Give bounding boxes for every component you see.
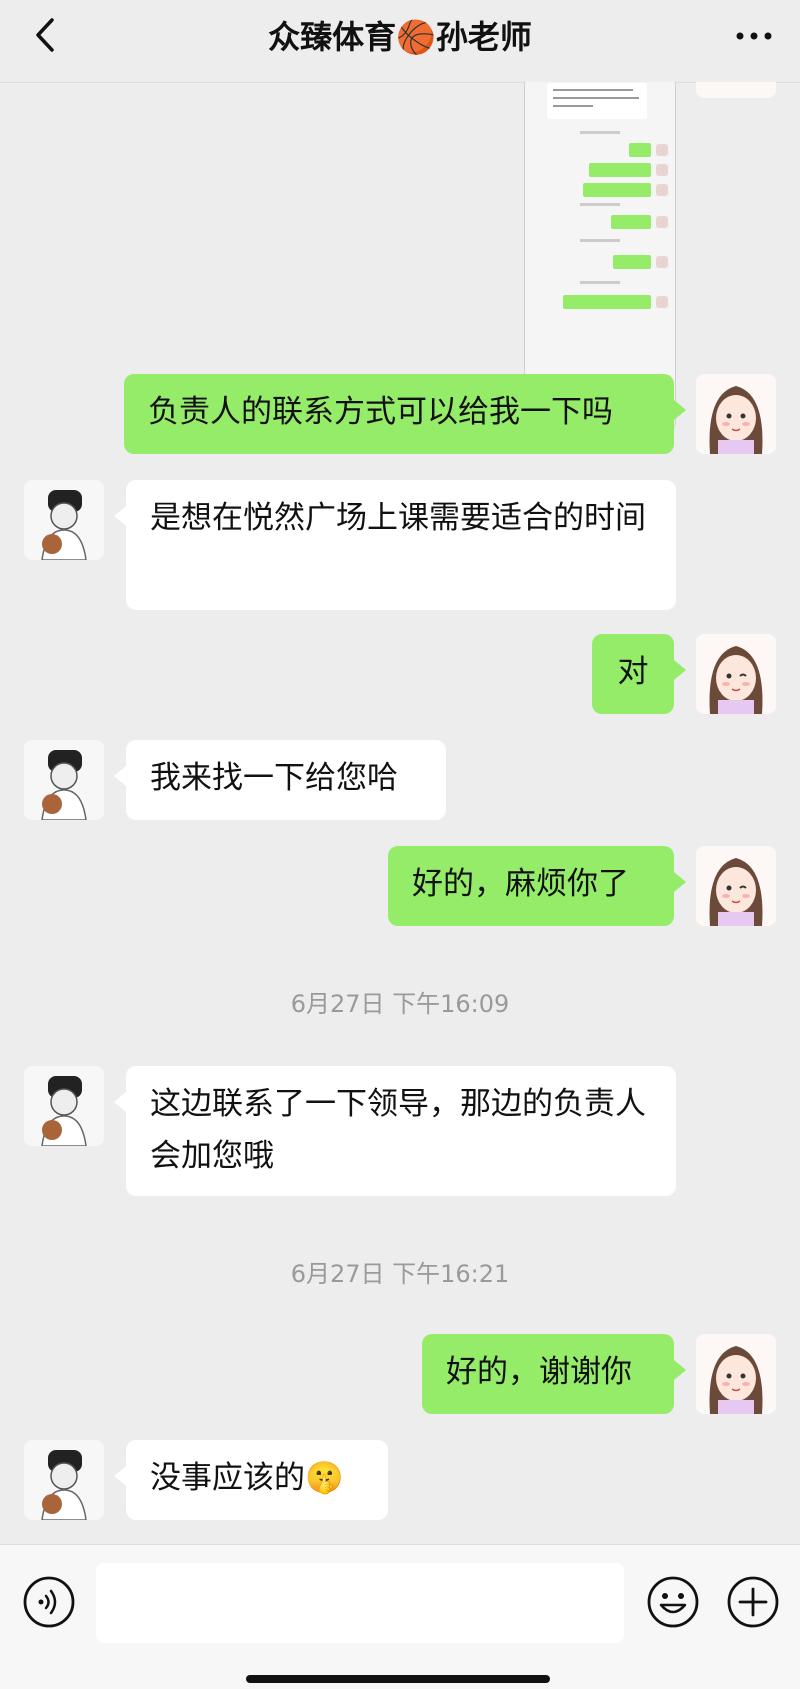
message-bubble[interactable]: 我来找一下给您哈 — [114, 740, 446, 820]
timestamp: 6月27日 下午16:09 — [290, 990, 510, 1018]
ellipsis-icon[interactable] — [730, 16, 778, 56]
chat-screen: 众臻体育🏀孙老师 负责人的联系方式可以给我一下吗 是想在悦然广场上课需要适合的时… — [0, 0, 800, 1689]
timestamp: 6月27日 下午16:21 — [290, 1260, 510, 1288]
chevron-left-icon[interactable] — [26, 14, 66, 56]
avatar[interactable] — [696, 1334, 776, 1414]
voice-icon[interactable] — [22, 1575, 76, 1629]
message-bubble[interactable]: 没事应该的🤫 — [114, 1440, 388, 1520]
avatar[interactable] — [696, 374, 776, 454]
avatar[interactable] — [696, 82, 776, 98]
message-text: 没事应该的 — [150, 1460, 305, 1496]
emoji-icon[interactable] — [646, 1575, 700, 1629]
chat-title: 众臻体育🏀孙老师 — [268, 18, 532, 56]
avatar[interactable] — [24, 740, 104, 820]
message-bubble[interactable]: 负责人的联系方式可以给我一下吗 — [124, 374, 686, 454]
avatar[interactable] — [24, 480, 104, 560]
avatar[interactable] — [24, 1440, 104, 1520]
message-bubble[interactable]: 对 — [592, 634, 686, 714]
message-bubble[interactable]: 这边联系了一下领导，那边的负责人会加您哦 — [114, 1066, 676, 1196]
avatar[interactable] — [24, 1066, 104, 1146]
plus-icon[interactable] — [726, 1575, 780, 1629]
top-bar: 众臻体育🏀孙老师 — [0, 0, 800, 83]
message-input[interactable] — [96, 1563, 624, 1643]
message-list[interactable]: 负责人的联系方式可以给我一下吗 是想在悦然广场上课需要适合的时间 对 我来找一下… — [0, 82, 800, 1544]
home-indicator[interactable] — [246, 1675, 550, 1683]
message-bubble[interactable]: 好的，谢谢你 — [422, 1334, 686, 1414]
avatar[interactable] — [696, 634, 776, 714]
input-bar — [0, 1544, 800, 1689]
shushing-emoji-icon: 🤫 — [305, 1460, 344, 1496]
message-bubble[interactable]: 是想在悦然广场上课需要适合的时间 — [114, 480, 676, 610]
message-bubble[interactable]: 好的，麻烦你了 — [388, 846, 686, 926]
avatar[interactable] — [696, 846, 776, 926]
